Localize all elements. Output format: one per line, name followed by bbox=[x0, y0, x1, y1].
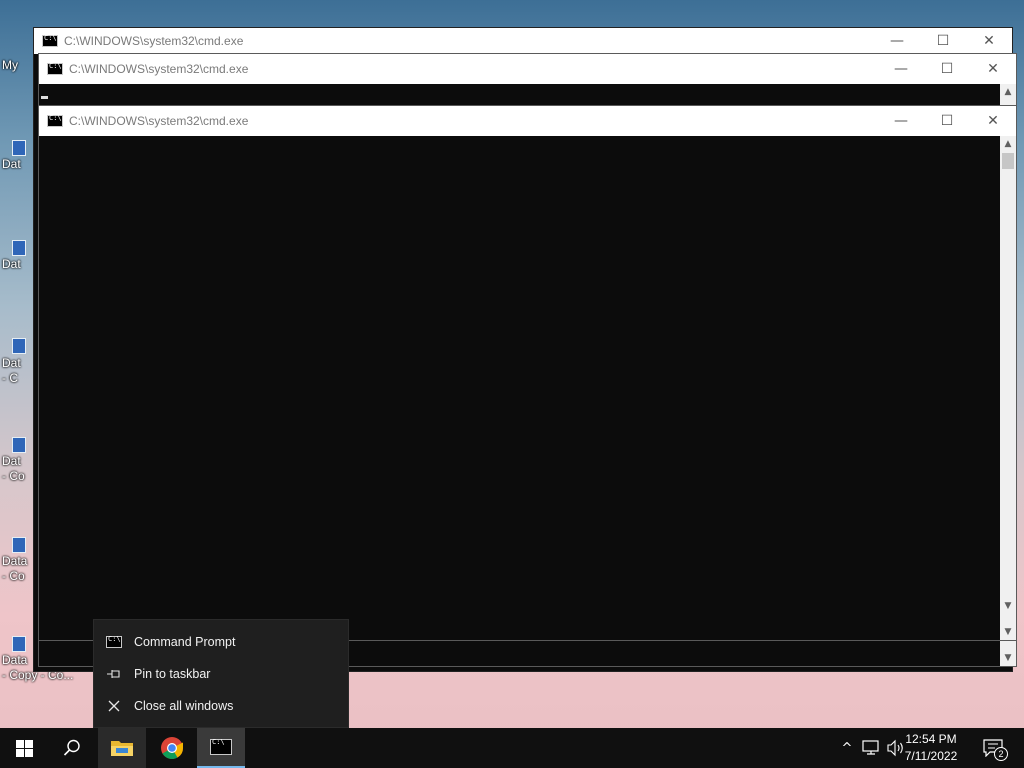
jumplist-item-pin-to-taskbar[interactable]: Pin to taskbar bbox=[94, 658, 348, 690]
jumplist-item-command-prompt[interactable]: Command Prompt bbox=[94, 626, 348, 658]
taskbar-chrome[interactable] bbox=[148, 728, 196, 768]
file-icon bbox=[12, 537, 26, 553]
scroll-up-arrow[interactable]: ▲ bbox=[1000, 84, 1016, 100]
cmd-window-front[interactable]: C:\WINDOWS\system32\cmd.exe — ☐ ✕ ▲ ▼ ▼ bbox=[38, 105, 1017, 641]
file-icon bbox=[12, 437, 26, 453]
search-icon bbox=[63, 739, 80, 756]
window-title: C:\WINDOWS\system32\cmd.exe bbox=[64, 34, 244, 48]
jumplist-label: Pin to taskbar bbox=[134, 667, 211, 681]
scroll-up-arrow[interactable]: ▲ bbox=[1000, 136, 1016, 152]
desktop-icon-label: Dat bbox=[2, 257, 21, 271]
title-bar[interactable]: C:\WINDOWS\system32\cmd.exe — ☐ ✕ bbox=[39, 54, 1016, 84]
file-icon bbox=[12, 140, 26, 156]
desktop-icon-label-line2: - C bbox=[2, 371, 18, 385]
file-icon bbox=[12, 636, 26, 652]
clock[interactable]: 12:54 PM 7/11/2022 bbox=[896, 731, 966, 765]
notification-count-badge: 2 bbox=[994, 747, 1008, 761]
clock-date: 7/11/2022 bbox=[904, 749, 958, 763]
title-bar[interactable]: C:\WINDOWS\system32\cmd.exe — ☐ ✕ bbox=[34, 28, 1012, 54]
window-title: C:\WINDOWS\system32\cmd.exe bbox=[69, 114, 249, 128]
maximize-button[interactable]: ☐ bbox=[920, 28, 966, 54]
scroll-down-arrow[interactable]: ▼ bbox=[1000, 650, 1016, 666]
cmd-icon bbox=[47, 114, 63, 127]
maximize-button[interactable]: ☐ bbox=[924, 54, 970, 84]
desktop-icon-label-line2: - Co bbox=[2, 469, 25, 483]
cmd-icon bbox=[42, 34, 58, 47]
start-button[interactable] bbox=[0, 728, 48, 768]
scroll-down-arrow-lower[interactable]: ▼ bbox=[1000, 624, 1016, 640]
taskbar-file-explorer[interactable] bbox=[98, 728, 146, 768]
search-button[interactable] bbox=[48, 728, 96, 768]
desktop-icon-label-line2: - Co bbox=[2, 569, 25, 583]
close-button[interactable]: ✕ bbox=[966, 28, 1012, 54]
desktop-icon-label: My bbox=[2, 58, 18, 72]
action-center-button[interactable] bbox=[970, 728, 1016, 768]
pin-icon bbox=[107, 670, 120, 678]
cmd-icon bbox=[47, 62, 63, 75]
windows-logo-icon bbox=[15, 739, 33, 757]
jumplist-label: Command Prompt bbox=[134, 635, 236, 649]
desktop-icon-label: Dat bbox=[2, 356, 21, 370]
desktop-icon-label: Dat bbox=[2, 157, 21, 171]
chrome-icon bbox=[161, 737, 183, 759]
jumplist-item-close-all-windows[interactable]: Close all windows bbox=[94, 690, 348, 722]
taskbar-jump-list: Command Prompt Pin to taskbar Close all … bbox=[93, 619, 349, 728]
close-button[interactable]: ✕ bbox=[970, 106, 1016, 136]
close-button[interactable]: ✕ bbox=[970, 54, 1016, 84]
window-title: C:\WINDOWS\system32\cmd.exe bbox=[69, 62, 249, 76]
file-icon bbox=[12, 240, 26, 256]
show-hidden-icons-button[interactable]: ^ bbox=[838, 741, 856, 756]
jumplist-label: Close all windows bbox=[134, 699, 234, 713]
scroll-thumb[interactable] bbox=[1002, 153, 1014, 169]
desktop-icon-label: Data bbox=[2, 653, 28, 667]
cmd-icon bbox=[210, 738, 232, 755]
file-explorer-icon bbox=[111, 741, 133, 756]
maximize-button[interactable]: ☐ bbox=[924, 106, 970, 136]
minimize-button[interactable]: — bbox=[878, 54, 924, 84]
close-icon bbox=[108, 700, 120, 712]
taskbar: ^ 12:54 PM 7/11/2022 2 bbox=[0, 728, 1024, 768]
desktop-icon-label: Dat bbox=[2, 454, 21, 468]
title-bar[interactable]: C:\WINDOWS\system32\cmd.exe — ☐ ✕ bbox=[39, 106, 1016, 136]
console-area[interactable] bbox=[39, 136, 1000, 614]
text-cursor bbox=[41, 96, 48, 99]
file-icon bbox=[12, 338, 26, 354]
network-icon[interactable] bbox=[860, 739, 882, 757]
desktop-icon-label: Data bbox=[2, 554, 28, 568]
cmd-icon bbox=[106, 635, 122, 648]
minimize-button[interactable]: — bbox=[874, 28, 920, 54]
clock-time: 12:54 PM bbox=[905, 732, 957, 746]
minimize-button[interactable]: — bbox=[878, 106, 924, 136]
taskbar-command-prompt[interactable] bbox=[197, 728, 245, 768]
vertical-scrollbar[interactable]: ▲ ▼ ▼ bbox=[1000, 136, 1016, 640]
scroll-down-arrow[interactable]: ▼ bbox=[1000, 598, 1016, 614]
